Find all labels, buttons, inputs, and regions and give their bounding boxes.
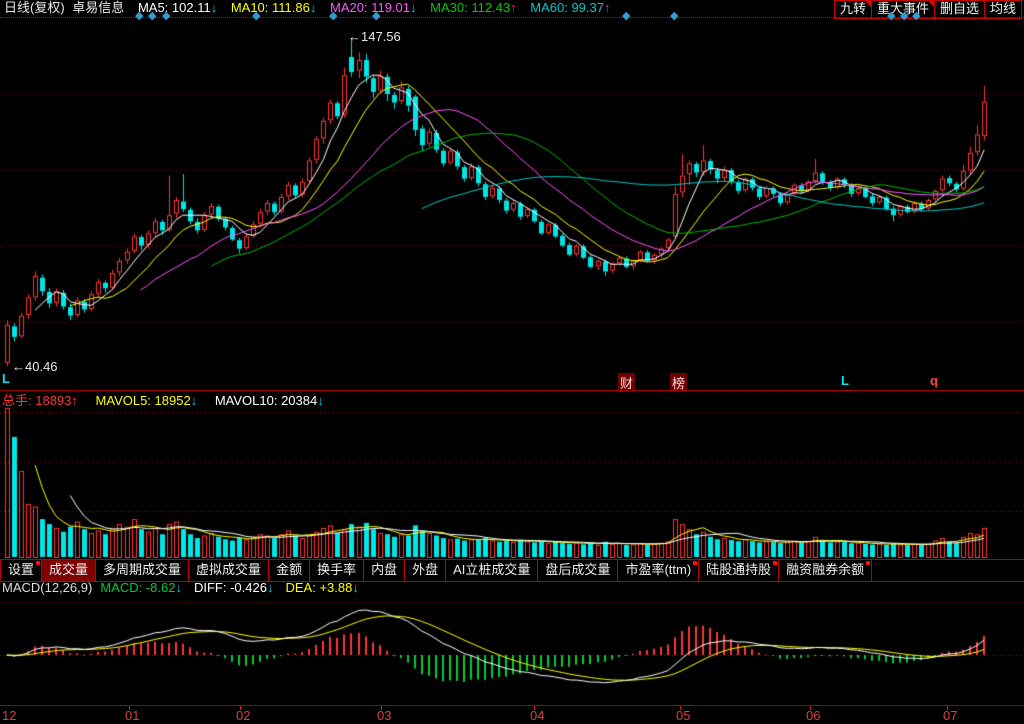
nine-turn-diamond-icon: ◆ bbox=[135, 11, 143, 22]
macd-legend: MACD(12,26,9) MACD: -8.62↓ DIFF: -0.426↓ DE… bbox=[2, 581, 371, 595]
month-label: 03 bbox=[377, 708, 391, 723]
volume-legend-item: MAVOL5: 18952↓ bbox=[96, 393, 201, 408]
chart-marker-red[interactable]: q bbox=[930, 373, 938, 388]
ma-legend-item: MA30: 112.43↑ bbox=[430, 0, 520, 15]
macd-legend-item: DEA: +3.88↓ bbox=[285, 580, 358, 595]
nine-turn-diamond-icon: ◆ bbox=[162, 11, 170, 22]
macd-legend-item: MACD: -8.62↓ bbox=[100, 580, 182, 595]
indicator-tab[interactable]: 多周期成交量 bbox=[96, 560, 189, 581]
nine-turn-diamond-icon: ◆ bbox=[887, 11, 895, 22]
macd-param-label[interactable]: MACD(12,26,9) bbox=[2, 580, 92, 595]
low-price-label: ←40.46 bbox=[12, 359, 58, 374]
month-label: 06 bbox=[806, 708, 820, 723]
indicator-tab[interactable]: 内盘 bbox=[364, 560, 405, 581]
indicator-tab[interactable]: 金额 bbox=[269, 560, 310, 581]
indicator-tab-bar: 设置 成交量 多周期成交量 虚拟成交量 金额 换手率 内盘 外盘 AI立桩成交量… bbox=[0, 559, 1024, 582]
indicator-tab[interactable]: 成交量 bbox=[42, 560, 96, 581]
nine-turn-diamond-icon: ◆ bbox=[912, 11, 920, 22]
chart-marker-cyan[interactable]: L bbox=[841, 373, 849, 388]
stock-name[interactable]: 卓易信息 bbox=[72, 0, 124, 15]
indicator-tab[interactable]: 设置 bbox=[0, 560, 42, 581]
indicator-tab[interactable]: 陆股通持股 bbox=[699, 560, 779, 581]
new-badge-icon bbox=[693, 561, 697, 565]
new-badge-icon bbox=[866, 561, 870, 565]
month-label: 12 bbox=[2, 708, 16, 723]
indicator-tab[interactable]: 换手率 bbox=[310, 560, 364, 581]
macd-legend-items: MACD: -8.62↓ DIFF: -0.426↓ DEA: +3.88↓ bbox=[100, 580, 371, 595]
corner-l-badge[interactable]: L bbox=[2, 371, 10, 386]
ma-legend-item: MA60: 99.37↑ bbox=[530, 0, 610, 15]
indicator-tab[interactable]: 盘后成交量 bbox=[538, 560, 618, 581]
nine-turn-diamond-icon: ◆ bbox=[252, 11, 260, 22]
nine-turn-diamond-icon: ◆ bbox=[329, 11, 337, 22]
indicator-tab[interactable]: 外盘 bbox=[405, 560, 446, 581]
left-arrow-icon: ← bbox=[12, 359, 25, 374]
month-label: 02 bbox=[236, 708, 250, 723]
panel-separator bbox=[0, 390, 1024, 391]
nine-turn-diamond-icon: ◆ bbox=[622, 11, 630, 22]
trading-terminal: 日线(复权) 卓易信息 MA5: 102.11↓ MA10: 111.86↓ M… bbox=[0, 0, 1024, 724]
month-label: 07 bbox=[943, 708, 957, 723]
candlestick-chart-canvas[interactable] bbox=[0, 22, 1024, 390]
new-badge-icon bbox=[36, 561, 40, 565]
indicator-tab[interactable]: 市盈率(ttm) bbox=[618, 560, 699, 581]
nine-turn-diamond-icon: ◆ bbox=[900, 11, 908, 22]
nine-turn-diamond-icon: ◆ bbox=[148, 11, 156, 22]
left-arrow-icon: ← bbox=[348, 29, 361, 44]
indicator-tab[interactable]: 融资融券余额 bbox=[779, 560, 872, 581]
volume-legend-item: MAVOL10: 20384↓ bbox=[215, 393, 324, 408]
new-badge-icon bbox=[773, 561, 777, 565]
volume-legend: 总手: 18893↑ MAVOL5: 18952↓ MAVOL10: 20384… bbox=[2, 393, 338, 408]
macd-chart-canvas[interactable] bbox=[0, 596, 1024, 705]
time-axis[interactable]: 12 01 02 03 04 05 06 07 bbox=[0, 705, 1024, 724]
month-label: 05 bbox=[676, 708, 690, 723]
nine-turn-diamond-icon: ◆ bbox=[372, 11, 380, 22]
indicator-tab[interactable]: 虚拟成交量 bbox=[189, 560, 269, 581]
period-label[interactable]: 日线(复权) bbox=[4, 0, 65, 15]
month-label: 01 bbox=[125, 708, 139, 723]
month-label: 04 bbox=[530, 708, 544, 723]
ma-legend-item: MA10: 111.86↓ bbox=[231, 0, 320, 15]
macd-legend-item: DIFF: -0.426↓ bbox=[194, 580, 274, 595]
ma-legend: MA5: 102.11↓ MA10: 111.86↓ MA20: 119.01↓… bbox=[128, 0, 611, 15]
indicator-tab[interactable]: AI立桩成交量 bbox=[446, 560, 538, 581]
nine-turn-diamond-icon: ◆ bbox=[670, 11, 678, 22]
volume-legend-item: 总手: 18893↑ bbox=[2, 393, 82, 408]
high-price-label: ←147.56 bbox=[348, 29, 401, 44]
volume-chart-canvas[interactable] bbox=[0, 392, 1024, 558]
